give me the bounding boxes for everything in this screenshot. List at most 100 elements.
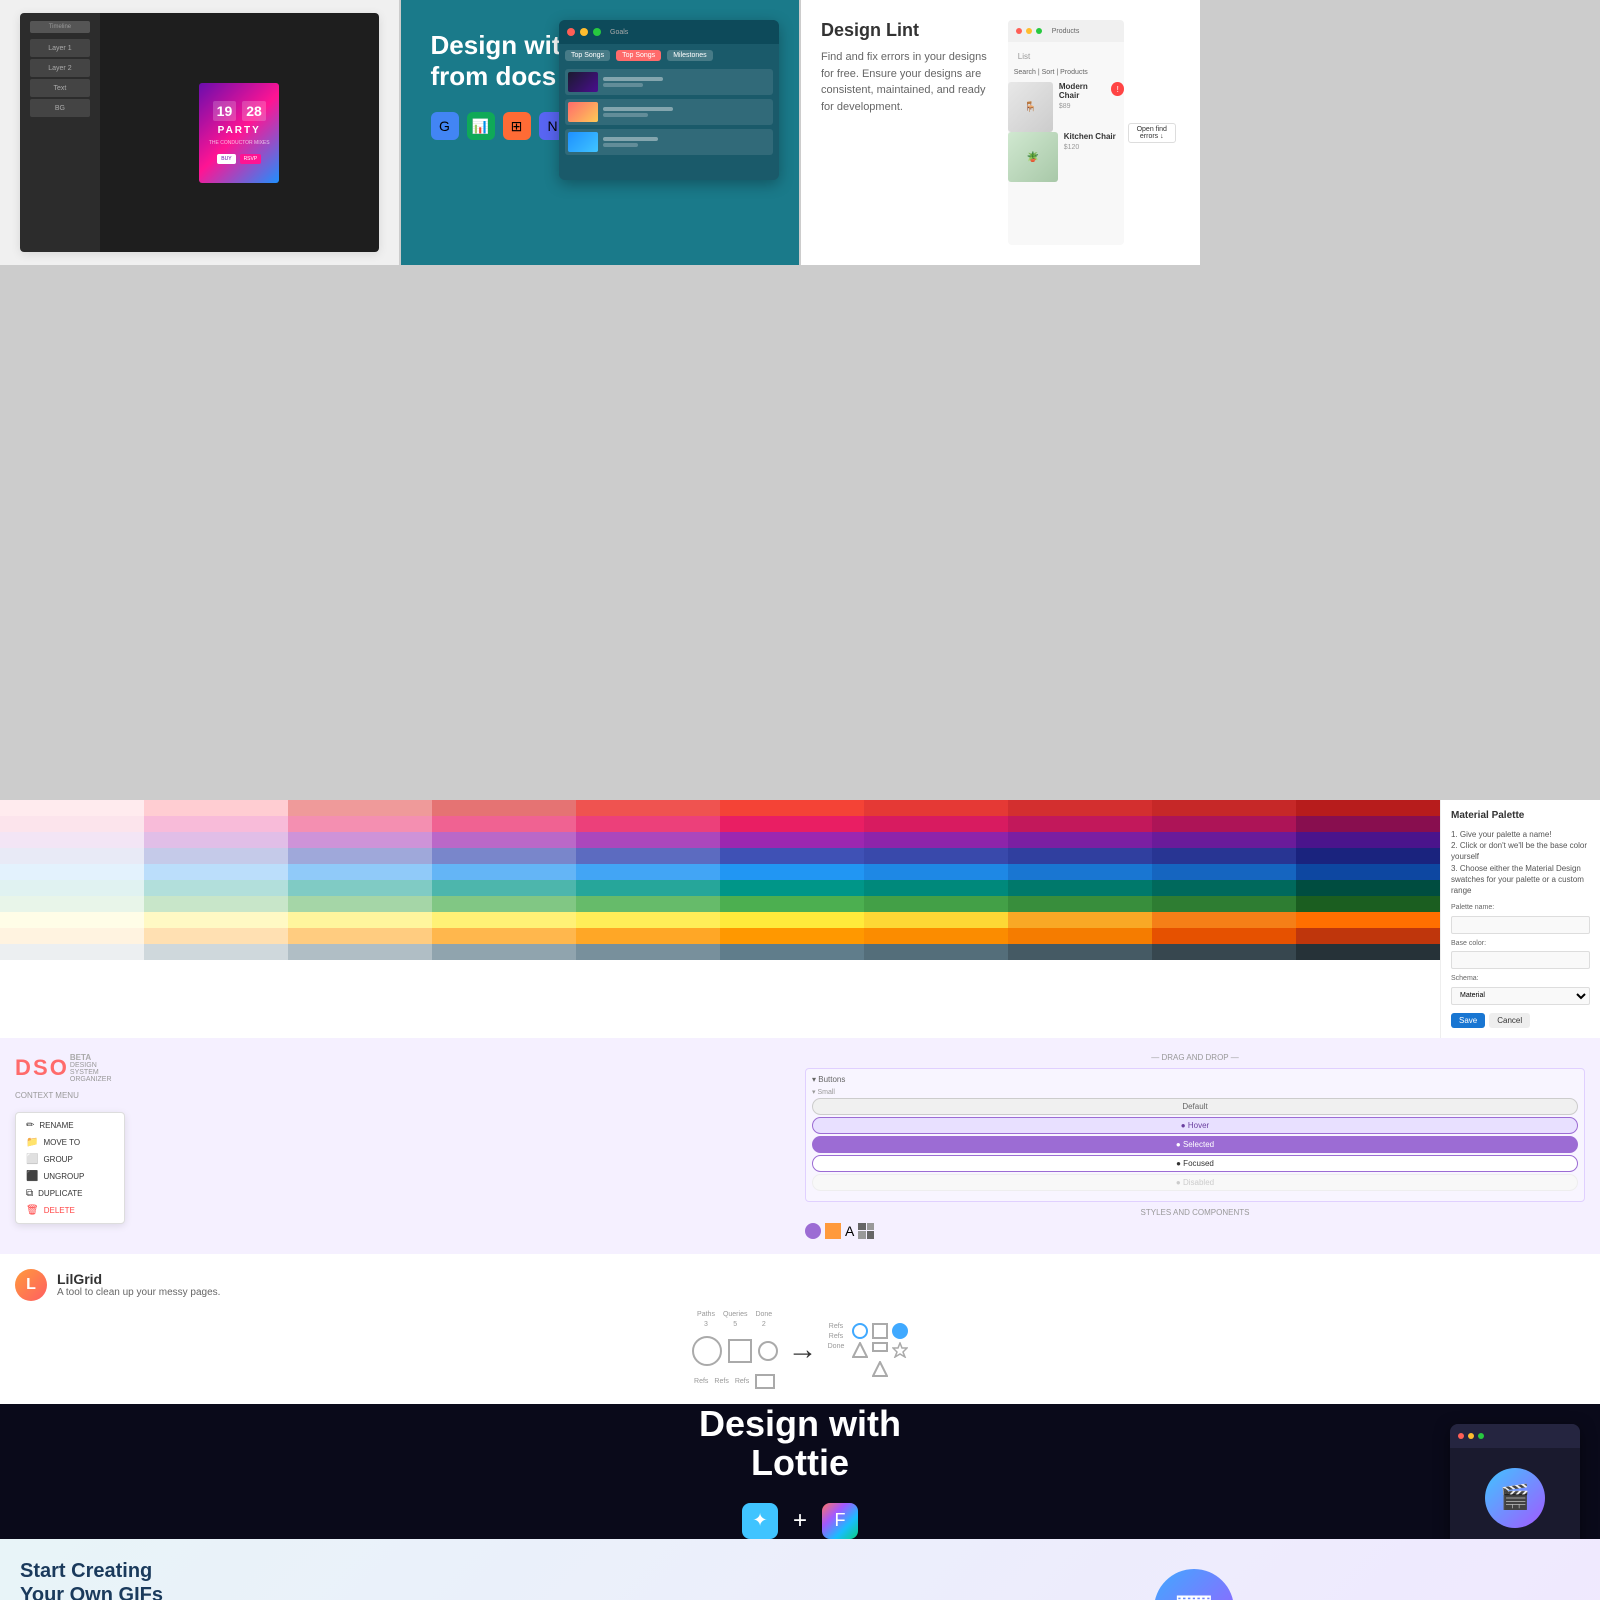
color-cell-orange-7[interactable] (1008, 928, 1152, 944)
color-cell-purple-0[interactable] (0, 832, 144, 848)
color-cell-blue-1[interactable] (144, 864, 288, 880)
sidebar-item-1[interactable]: Layer 1 (30, 39, 90, 57)
sidebar-item-2[interactable]: Layer 2 (30, 59, 90, 77)
color-cell-yellow-1[interactable] (144, 912, 288, 928)
party-btn-1[interactable]: BUY (217, 154, 235, 164)
color-cell-indigo-7[interactable] (1008, 848, 1152, 864)
color-cell-yellow-2[interactable] (288, 912, 432, 928)
sidebar-item-3[interactable]: Text (30, 79, 90, 97)
color-cell-purple-6[interactable] (864, 832, 1008, 848)
color-cell-teal-1[interactable] (144, 880, 288, 896)
color-cell-purple-8[interactable] (1152, 832, 1296, 848)
color-cell-green-7[interactable] (1008, 896, 1152, 912)
color-cell-bluegrey-2[interactable] (288, 944, 432, 960)
color-cell-blue-8[interactable] (1152, 864, 1296, 880)
color-cell-red-6[interactable] (864, 800, 1008, 816)
color-cell-indigo-5[interactable] (720, 848, 864, 864)
open-find-errors-button[interactable]: Open find errors ↓ (1128, 123, 1175, 143)
color-cell-yellow-7[interactable] (1008, 912, 1152, 928)
base-color-input[interactable] (1451, 951, 1590, 969)
color-cell-teal-2[interactable] (288, 880, 432, 896)
color-cell-red-0[interactable] (0, 800, 144, 816)
color-cell-red-4[interactable] (576, 800, 720, 816)
color-cell-indigo-0[interactable] (0, 848, 144, 864)
color-cell-bluegrey-8[interactable] (1152, 944, 1296, 960)
color-cell-yellow-0[interactable] (0, 912, 144, 928)
color-cell-indigo-4[interactable] (576, 848, 720, 864)
color-cell-blue-6[interactable] (864, 864, 1008, 880)
color-cell-green-2[interactable] (288, 896, 432, 912)
color-cell-red-8[interactable] (1152, 800, 1296, 816)
color-cell-orange-9[interactable] (1296, 928, 1440, 944)
color-cell-green-3[interactable] (432, 896, 576, 912)
color-cell-purple-3[interactable] (432, 832, 576, 848)
color-cell-orange-1[interactable] (144, 928, 288, 944)
schema-select[interactable]: Material (1451, 987, 1590, 1005)
menu-rename[interactable]: ✏ RENAME (20, 1117, 120, 1134)
color-cell-purple-5[interactable] (720, 832, 864, 848)
color-cell-yellow-6[interactable] (864, 912, 1008, 928)
color-cell-pink-5[interactable] (720, 816, 864, 832)
color-cell-red-9[interactable] (1296, 800, 1440, 816)
color-cell-bluegrey-5[interactable] (720, 944, 864, 960)
color-cell-teal-6[interactable] (864, 880, 1008, 896)
color-cell-purple-7[interactable] (1008, 832, 1152, 848)
sidebar-item-4[interactable]: BG (30, 99, 90, 117)
color-cell-indigo-2[interactable] (288, 848, 432, 864)
color-cell-pink-2[interactable] (288, 816, 432, 832)
color-cell-purple-2[interactable] (288, 832, 432, 848)
color-cell-indigo-1[interactable] (144, 848, 288, 864)
color-cell-teal-5[interactable] (720, 880, 864, 896)
color-cell-orange-2[interactable] (288, 928, 432, 944)
color-cell-teal-4[interactable] (576, 880, 720, 896)
color-cell-green-1[interactable] (144, 896, 288, 912)
color-cell-pink-9[interactable] (1296, 816, 1440, 832)
color-cell-bluegrey-9[interactable] (1296, 944, 1440, 960)
color-cell-blue-0[interactable] (0, 864, 144, 880)
color-cell-teal-0[interactable] (0, 880, 144, 896)
color-cell-orange-3[interactable] (432, 928, 576, 944)
color-cell-pink-6[interactable] (864, 816, 1008, 832)
color-cell-yellow-4[interactable] (576, 912, 720, 928)
color-cell-red-7[interactable] (1008, 800, 1152, 816)
color-cell-blue-3[interactable] (432, 864, 576, 880)
cancel-palette-button[interactable]: Cancel (1489, 1013, 1530, 1028)
tab-songs[interactable]: Top Songs (565, 50, 610, 61)
color-cell-purple-1[interactable] (144, 832, 288, 848)
color-cell-blue-4[interactable] (576, 864, 720, 880)
color-cell-indigo-9[interactable] (1296, 848, 1440, 864)
color-cell-teal-9[interactable] (1296, 880, 1440, 896)
color-cell-green-4[interactable] (576, 896, 720, 912)
color-cell-orange-8[interactable] (1152, 928, 1296, 944)
color-cell-bluegrey-4[interactable] (576, 944, 720, 960)
color-cell-teal-7[interactable] (1008, 880, 1152, 896)
color-cell-teal-3[interactable] (432, 880, 576, 896)
color-cell-orange-5[interactable] (720, 928, 864, 944)
color-cell-blue-2[interactable] (288, 864, 432, 880)
color-cell-bluegrey-7[interactable] (1008, 944, 1152, 960)
color-cell-green-8[interactable] (1152, 896, 1296, 912)
color-cell-yellow-3[interactable] (432, 912, 576, 928)
color-cell-red-5[interactable] (720, 800, 864, 816)
color-cell-bluegrey-1[interactable] (144, 944, 288, 960)
color-cell-indigo-3[interactable] (432, 848, 576, 864)
color-cell-red-2[interactable] (288, 800, 432, 816)
tab-milestones[interactable]: Milestones (667, 50, 712, 61)
color-cell-bluegrey-6[interactable] (864, 944, 1008, 960)
color-cell-orange-0[interactable] (0, 928, 144, 944)
color-cell-yellow-9[interactable] (1296, 912, 1440, 928)
menu-move-to[interactable]: 📁 MOVE TO (20, 1134, 120, 1151)
color-cell-pink-0[interactable] (0, 816, 144, 832)
color-cell-pink-3[interactable] (432, 816, 576, 832)
color-cell-indigo-8[interactable] (1152, 848, 1296, 864)
menu-delete[interactable]: 🗑 DELETE (20, 1202, 120, 1219)
color-cell-orange-6[interactable] (864, 928, 1008, 944)
color-cell-teal-8[interactable] (1152, 880, 1296, 896)
color-cell-blue-5[interactable] (720, 864, 864, 880)
color-cell-purple-9[interactable] (1296, 832, 1440, 848)
color-cell-green-0[interactable] (0, 896, 144, 912)
color-cell-pink-7[interactable] (1008, 816, 1152, 832)
party-btn-2[interactable]: RSVP (240, 154, 262, 164)
color-cell-red-3[interactable] (432, 800, 576, 816)
color-cell-purple-4[interactable] (576, 832, 720, 848)
